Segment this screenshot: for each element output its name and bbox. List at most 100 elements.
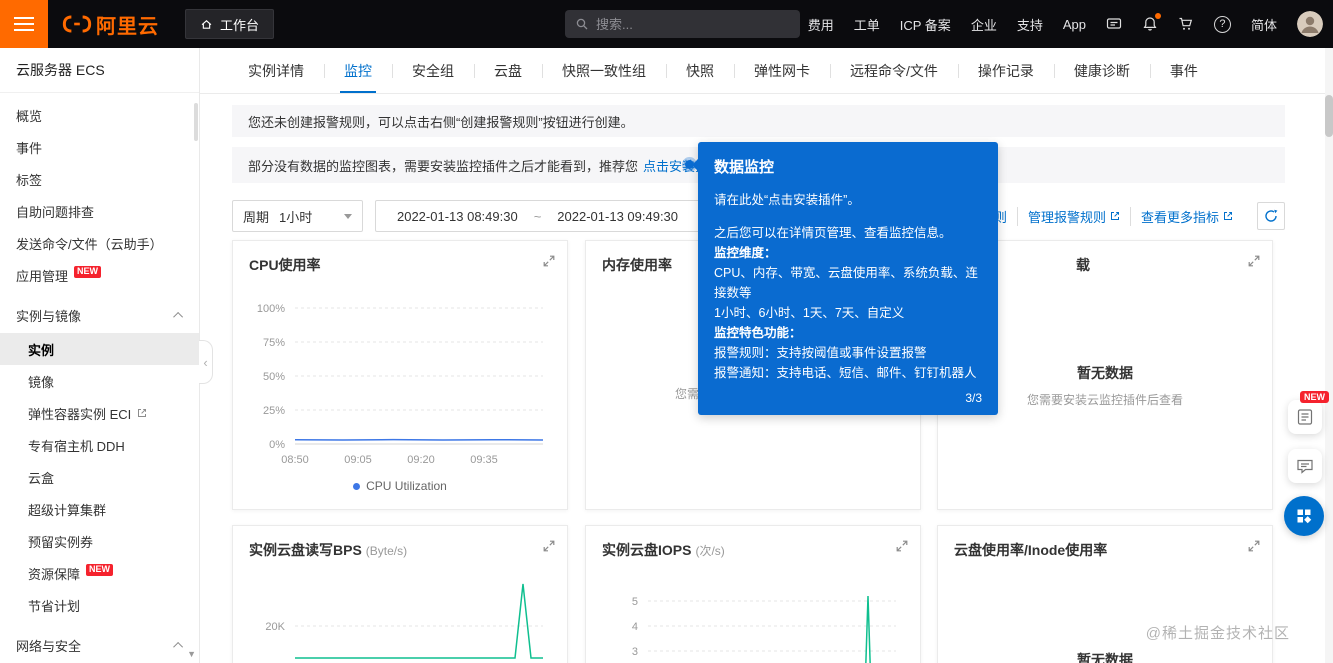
sidebar-item-reserved-instances[interactable]: 预留实例券 <box>0 525 199 557</box>
chart-legend: CPU Utilization <box>233 479 567 493</box>
search-box[interactable] <box>565 10 800 38</box>
legend-dot-icon <box>353 482 361 490</box>
nav-support[interactable]: 支持 <box>1017 15 1043 34</box>
sidebar-item-images[interactable]: 镜像 <box>0 365 199 397</box>
sidebar-item-events[interactable]: 事件 <box>0 131 199 163</box>
chat-button[interactable] <box>1288 449 1322 483</box>
tooltip-text: CPU、内存、带宽、云盘使用率、系统负载、连接数等 <box>714 266 978 300</box>
workbench-label: 工作台 <box>220 17 260 33</box>
tab-security-groups[interactable]: 安全组 <box>392 48 474 93</box>
tab-disks[interactable]: 云盘 <box>474 48 542 93</box>
message-icon[interactable] <box>1106 16 1122 32</box>
y-tick: 5 <box>632 596 638 608</box>
search-icon <box>576 18 588 30</box>
watermark: @稀土掘金技术社区 <box>1145 625 1290 642</box>
y-tick: 4 <box>632 621 638 633</box>
start-time: 2022-01-13 08:49:30 <box>396 208 518 224</box>
chart-title-text: 内存使用率 <box>602 257 672 273</box>
sidebar-item-cloudbox[interactable]: 云盒 <box>0 461 199 493</box>
tooltip-text: 之后您可以在详情页管理、查看监控信息。 <box>714 226 952 240</box>
expand-icon[interactable] <box>1248 540 1260 552</box>
scroll-down-icon[interactable]: ▼ <box>187 649 196 659</box>
time-separator: ~ <box>533 208 542 224</box>
sidebar-item-cloud-assistant[interactable]: 发送命令/文件（云助手） <box>0 227 199 259</box>
chart-unit: (次/s) <box>695 544 725 558</box>
cpu-usage-card: CPU使用率 100% 75% 50% 25% 0% 08:50 09:05 0… <box>232 240 568 510</box>
period-select[interactable]: 周期 1小时 <box>232 200 363 232</box>
sidebar-item-instances[interactable]: 实例 <box>0 333 199 365</box>
y-tick: 100% <box>257 303 285 315</box>
sidebar-group-instances[interactable]: 实例与镜像 <box>0 297 199 333</box>
feedback-panel-button[interactable] <box>1288 400 1322 434</box>
disk-bps-card: 实例云盘读写BPS (Byte/s) 20K <box>232 525 568 663</box>
legend-label: CPU Utilization <box>366 479 447 493</box>
sidebar-item-resource-assurance[interactable]: 资源保障 NEW <box>0 557 199 589</box>
tab-enis[interactable]: 弹性网卡 <box>734 48 830 93</box>
tab-events[interactable]: 事件 <box>1149 48 1218 93</box>
date-range-picker[interactable]: 2022-01-13 08:49:30 ~ 2022-01-13 09:49:3… <box>375 200 700 232</box>
tab-health-diagnosis[interactable]: 健康诊断 <box>1053 48 1150 93</box>
notification-dot <box>1154 13 1161 19</box>
tab-remote-command[interactable]: 远程命令/文件 <box>830 48 958 93</box>
help-icon[interactable]: ? <box>1213 15 1231 33</box>
widget-dashboard-button[interactable] <box>1284 496 1324 536</box>
cart-icon[interactable] <box>1178 16 1194 32</box>
scrollbar-thumb[interactable] <box>1325 95 1333 137</box>
panel-icon <box>1297 409 1313 425</box>
chart-unit: (Byte/s) <box>365 544 408 558</box>
sidebar-scrollbar[interactable] <box>194 103 198 141</box>
sidebar-item-troubleshooting[interactable]: 自助问题排查 <box>0 195 199 227</box>
manage-alarm-rules-link[interactable]: 管理报警规则 <box>1016 206 1130 226</box>
view-more-metrics-link[interactable]: 查看更多指标 <box>1129 206 1243 226</box>
menu-icon[interactable] <box>0 0 48 48</box>
sidebar-item-overview[interactable]: 概览 <box>0 99 199 131</box>
chart-title: 内存使用率 <box>602 255 672 275</box>
sidebar-item-eci[interactable]: 弹性容器实例 ECI <box>0 397 199 429</box>
tab-operation-records[interactable]: 操作记录 <box>957 48 1054 93</box>
guide-tooltip: 数据监控 请在此处“点击安装插件”。 之后您可以在详情页管理、查看监控信息。 监… <box>685 142 998 415</box>
tab-instance-details[interactable]: 实例详情 <box>228 48 324 93</box>
sidebar-item-label: 应用管理 <box>16 268 69 284</box>
tab-monitoring[interactable]: 监控 <box>324 48 392 93</box>
nav-tickets[interactable]: 工单 <box>854 15 880 34</box>
y-tick: 50% <box>263 371 285 383</box>
tab-snapshots[interactable]: 快照 <box>666 48 734 93</box>
y-tick: 3 <box>632 646 638 658</box>
external-link-icon <box>138 409 147 417</box>
expand-icon[interactable] <box>1248 255 1260 267</box>
tooltip-text: 请在此处“点击安装插件”。 <box>714 193 860 207</box>
sidebar-item-savings-plans[interactable]: 节省计划 <box>0 589 199 621</box>
sidebar-item-ddh[interactable]: 专有宿主机 DDH <box>0 429 199 461</box>
period-label: 周期 <box>243 209 270 225</box>
aliyun-logo[interactable]: 阿里云 <box>62 10 159 39</box>
refresh-button[interactable] <box>1257 202 1285 230</box>
sidebar-item-tags[interactable]: 标签 <box>0 163 199 195</box>
sidebar-item-app-management[interactable]: 应用管理 NEW <box>0 259 199 291</box>
chevron-down-icon <box>344 213 352 219</box>
nav-enterprise[interactable]: 企业 <box>971 15 997 34</box>
grid-icon <box>1297 509 1312 524</box>
nav-icp[interactable]: ICP 备案 <box>900 15 951 34</box>
nav-app[interactable]: App <box>1063 17 1086 32</box>
chart-title-text: CPU使用率 <box>249 257 321 273</box>
bell-icon[interactable] <box>1142 13 1161 32</box>
nav-billing[interactable]: 费用 <box>808 15 834 34</box>
expand-icon[interactable] <box>543 255 555 267</box>
chart-title-text: 实例云盘读写BPS <box>249 542 362 558</box>
x-tick: 08:50 <box>281 454 309 466</box>
sidebar-collapse-handle[interactable]: ‹ <box>199 340 213 384</box>
lang-switch[interactable]: 简体 <box>1251 15 1277 34</box>
workbench-button[interactable]: 工作台 <box>185 9 275 39</box>
expand-icon[interactable] <box>543 540 555 552</box>
search-input[interactable] <box>596 16 776 32</box>
tab-snapshot-consistency-groups[interactable]: 快照一致性组 <box>542 48 666 93</box>
aliyun-logo-icon <box>62 15 92 33</box>
expand-icon[interactable] <box>896 540 908 552</box>
plugin-notice-text: 部分没有数据的监控图表，需要安装监控插件之后才能看到，推荐您 <box>248 158 639 174</box>
sidebar-group-network[interactable]: 网络与安全 <box>0 627 199 663</box>
page-scrollbar[interactable] <box>1325 48 1333 663</box>
sidebar-item-supercomputing[interactable]: 超级计算集群 <box>0 493 199 525</box>
tour-beacon <box>685 160 694 169</box>
avatar[interactable] <box>1297 11 1323 37</box>
y-tick: 0% <box>269 439 285 451</box>
